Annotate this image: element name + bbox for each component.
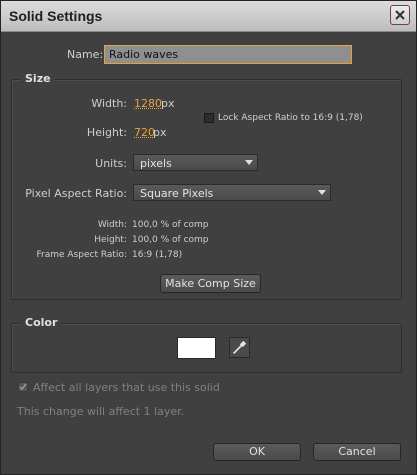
info-width-value: 100,0 % of comp xyxy=(132,220,209,230)
units-dropdown[interactable]: pixels xyxy=(133,154,258,171)
cancel-button[interactable]: Cancel xyxy=(313,443,401,461)
width-unit: px xyxy=(161,97,175,110)
change-note: This change will affect 1 layer. xyxy=(17,405,185,418)
dialog-title: Solid Settings xyxy=(9,8,103,24)
lock-aspect-checkbox[interactable] xyxy=(204,113,214,123)
units-value: pixels xyxy=(140,157,172,170)
chevron-down-icon xyxy=(245,160,253,165)
color-heading: Color xyxy=(21,316,62,329)
eyedropper-icon xyxy=(233,340,247,354)
lock-aspect-label: Lock Aspect Ratio to 16:9 (1,78) xyxy=(218,113,363,123)
info-far-label: Frame Aspect Ratio: xyxy=(36,250,127,260)
solid-settings-dialog: Solid Settings Name: Radio waves Size Wi… xyxy=(0,0,417,475)
title-bar[interactable]: Solid Settings xyxy=(1,1,416,32)
name-label: Name: xyxy=(67,48,104,61)
color-swatch[interactable] xyxy=(177,337,216,359)
height-label: Height: xyxy=(86,126,127,139)
height-value[interactable]: 720 xyxy=(134,126,155,139)
make-comp-size-button[interactable]: Make Comp Size xyxy=(160,274,261,293)
info-width-label: Width: xyxy=(97,220,127,230)
par-label: Pixel Aspect Ratio: xyxy=(25,187,127,200)
width-value[interactable]: 1280 xyxy=(134,97,162,110)
checkmark-icon xyxy=(19,383,27,391)
affect-all-label: Affect all layers that use this solid xyxy=(33,381,220,394)
info-far-value: 16:9 (1,78) xyxy=(132,250,183,260)
info-height-label: Height: xyxy=(94,235,127,245)
affect-all-checkbox[interactable] xyxy=(18,382,28,392)
width-label: Width: xyxy=(91,97,127,110)
chevron-down-icon xyxy=(318,190,326,195)
height-unit: px xyxy=(153,126,167,139)
info-height-value: 100,0 % of comp xyxy=(132,235,209,245)
units-label: Units: xyxy=(95,157,127,170)
close-button[interactable] xyxy=(390,5,410,25)
eyedropper-button[interactable] xyxy=(229,337,250,358)
ok-button[interactable]: OK xyxy=(213,443,301,461)
par-dropdown[interactable]: Square Pixels xyxy=(133,184,331,201)
size-heading: Size xyxy=(21,72,55,85)
close-icon xyxy=(395,10,405,20)
name-input[interactable]: Radio waves xyxy=(104,45,352,64)
par-value: Square Pixels xyxy=(140,187,214,200)
